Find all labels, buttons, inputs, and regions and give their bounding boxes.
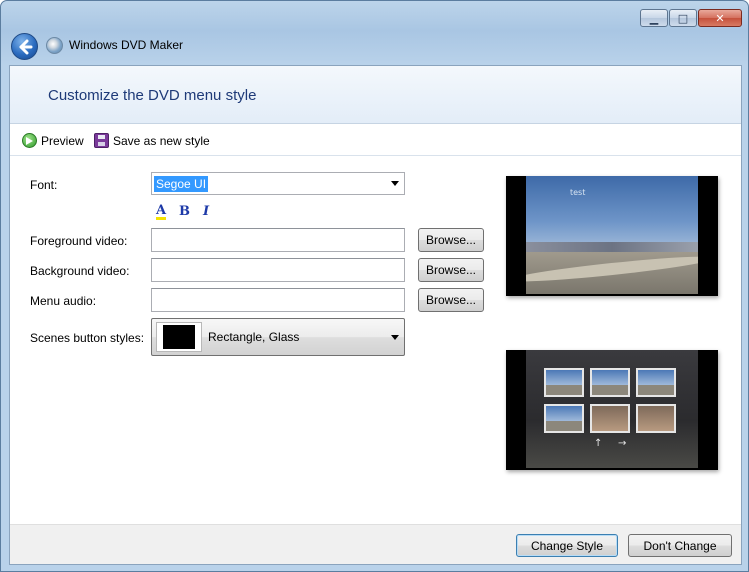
play-icon xyxy=(22,133,37,148)
page-title: Customize the DVD menu style xyxy=(48,87,257,104)
client-area: Customize the DVD menu style Preview Sav… xyxy=(9,65,742,565)
preview-title-text: test xyxy=(570,188,586,197)
preview-label: Preview xyxy=(41,133,84,148)
back-button[interactable] xyxy=(11,33,38,60)
foreground-video-field[interactable] xyxy=(151,228,405,252)
dvd-maker-app-icon xyxy=(46,37,63,54)
scenes-button-styles-label: Scenes button styles: xyxy=(30,331,145,345)
scenes-preview: ↑ → xyxy=(506,350,718,470)
foreground-video-browse-button[interactable]: Browse... xyxy=(418,228,484,252)
font-combobox[interactable]: Segoe UI xyxy=(151,172,405,195)
menu-audio-label: Menu audio: xyxy=(30,294,97,308)
dont-change-button[interactable]: Don't Change xyxy=(628,534,732,557)
font-color-button[interactable]: A xyxy=(156,204,167,220)
preview-sky xyxy=(526,176,698,252)
scene-thumbnail xyxy=(590,368,630,397)
scene-thumbnail xyxy=(544,404,584,433)
save-as-new-style-button[interactable]: Save as new style xyxy=(94,133,210,148)
bottom-bar: Change Style Don't Change xyxy=(10,524,741,564)
scenes-preview-video: ↑ → xyxy=(526,350,698,468)
scenes-style-value: Rectangle, Glass xyxy=(208,330,300,344)
chevron-down-icon[interactable] xyxy=(391,335,399,340)
scene-thumbnail xyxy=(636,404,676,433)
toolbar: Preview Save as new style xyxy=(10,125,741,156)
style-swatch xyxy=(163,325,195,349)
save-floppy-icon xyxy=(94,133,109,148)
italic-button[interactable]: I xyxy=(203,204,209,219)
change-style-button[interactable]: Change Style xyxy=(516,534,618,557)
scene-thumbnail xyxy=(636,368,676,397)
header-band: Customize the DVD menu style xyxy=(10,66,741,124)
font-label: Font: xyxy=(30,178,58,192)
menu-preview: test xyxy=(506,176,718,296)
caption-buttons: ▁ □ ✕ xyxy=(640,9,742,27)
up-arrow-icon: ↑ xyxy=(594,438,603,449)
background-video-label: Background video: xyxy=(30,264,130,278)
scenes-button-styles-combobox[interactable]: Rectangle, Glass xyxy=(151,318,405,356)
close-button[interactable]: ✕ xyxy=(698,9,742,27)
bold-button[interactable]: B xyxy=(179,204,190,219)
scene-thumbnail xyxy=(544,368,584,397)
back-arrow-icon xyxy=(19,39,32,54)
right-arrow-icon: → xyxy=(618,438,627,449)
save-as-new-style-label: Save as new style xyxy=(113,133,210,148)
style-swatch-box xyxy=(156,322,202,352)
chevron-down-icon[interactable] xyxy=(391,181,399,186)
preview-button[interactable]: Preview xyxy=(22,133,84,148)
background-video-browse-button[interactable]: Browse... xyxy=(418,258,484,282)
menu-audio-browse-button[interactable]: Browse... xyxy=(418,288,484,312)
font-value: Segoe UI xyxy=(154,176,209,192)
dvd-maker-window: ▁ □ ✕ Windows DVD Maker Customize the DV… xyxy=(0,0,749,572)
minimize-button[interactable]: ▁ xyxy=(640,9,668,27)
scene-thumbnail xyxy=(590,404,630,433)
window-title: Windows DVD Maker xyxy=(69,38,184,52)
menu-preview-video: test xyxy=(526,176,698,294)
background-video-field[interactable] xyxy=(151,258,405,282)
menu-audio-field[interactable] xyxy=(151,288,405,312)
maximize-button[interactable]: □ xyxy=(669,9,697,27)
foreground-video-label: Foreground video: xyxy=(30,234,128,248)
